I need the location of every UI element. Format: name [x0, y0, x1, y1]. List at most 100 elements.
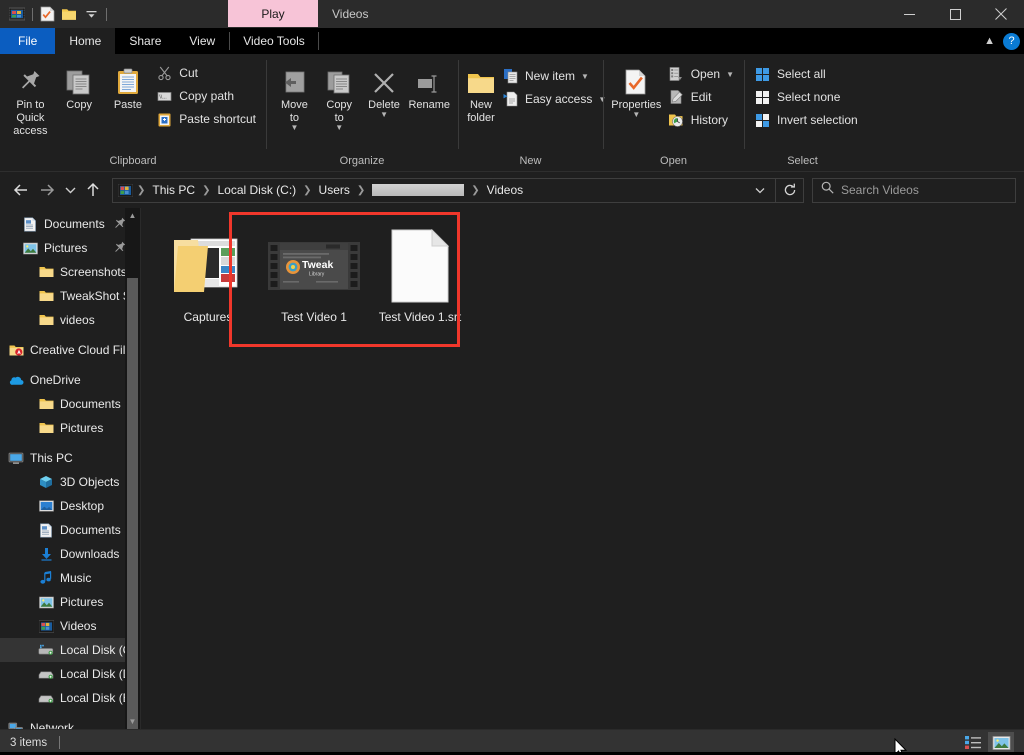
move-to-caret-icon[interactable]: ▼ [290, 125, 298, 131]
easy-access-button[interactable]: Easy access ▼ [498, 89, 610, 109]
breadcrumb-separator-2[interactable]: ❯ [302, 185, 312, 196]
copy-to-caret-icon[interactable]: ▼ [335, 125, 343, 131]
up-button[interactable] [80, 177, 106, 203]
properties-button[interactable]: Properties ▼ [609, 58, 664, 118]
sidebar-item-network[interactable]: Network [0, 716, 140, 729]
scroll-down-arrow-icon[interactable]: ▼ [125, 714, 140, 729]
tab-video-tools[interactable]: Video Tools [229, 28, 319, 54]
edit-icon [668, 89, 685, 106]
maximize-button[interactable] [932, 0, 978, 28]
sidebar-item-videos-quick[interactable]: videos [0, 308, 140, 332]
copy-path-icon: \\... [156, 88, 173, 105]
sidebar-item-tweakshot-screenshots[interactable]: TweakShot Scree [0, 284, 140, 308]
close-button[interactable] [978, 0, 1024, 28]
sidebar-item-downloads[interactable]: Downloads [0, 542, 140, 566]
copy-button[interactable]: Copy [55, 58, 104, 112]
help-icon[interactable]: ? [1003, 33, 1020, 50]
sidebar-item-local-disk-e[interactable]: Local Disk (E:) [0, 686, 140, 710]
select-none-button[interactable]: Select none [750, 87, 862, 107]
videos-folder-icon[interactable] [6, 3, 28, 25]
new-folder-icon[interactable] [58, 3, 80, 25]
sidebar-item-videos[interactable]: Videos [0, 614, 140, 638]
recent-locations-icon[interactable] [60, 177, 80, 203]
delete-caret-icon[interactable]: ▼ [380, 112, 388, 118]
paste-shortcut-button[interactable]: Paste shortcut [152, 109, 260, 129]
collapse-ribbon-icon[interactable]: ▲ [984, 35, 995, 47]
address-bar[interactable]: ❯ This PC ❯ Local Disk (C:) ❯ Users ❯ ❯ … [112, 178, 776, 203]
ribbon-group-select: Select all Select none [744, 54, 861, 171]
select-all-button[interactable]: Select all [750, 64, 862, 84]
file-list-view[interactable]: Captures [140, 208, 1024, 729]
address-dropdown-icon[interactable] [749, 187, 771, 194]
sidebar-item-music[interactable]: Music [0, 566, 140, 590]
delete-button[interactable]: Delete ▼ [362, 58, 407, 118]
customize-dropdown-icon[interactable] [80, 3, 102, 25]
sidebar-item-pictures-quick[interactable]: Pictures [0, 236, 140, 260]
breadcrumb-username-redacted[interactable] [372, 184, 464, 196]
large-icons-view-button[interactable] [988, 732, 1014, 754]
forward-button[interactable] [34, 177, 60, 203]
sidebar-item-onedrive-documents[interactable]: Documents [0, 392, 140, 416]
breadcrumb-videos[interactable]: Videos [483, 183, 527, 197]
properties-caret-icon[interactable]: ▼ [632, 112, 640, 118]
new-item-button[interactable]: New item ▼ [498, 66, 610, 86]
history-label: History [691, 113, 728, 127]
qat-separator-1 [28, 7, 36, 21]
details-view-button[interactable] [960, 732, 986, 754]
file-item-captures[interactable]: Captures [155, 218, 261, 342]
tab-file[interactable]: File [0, 28, 55, 54]
sidebar-item-screenshotss[interactable]: Screenshotss [0, 260, 140, 284]
drive-icon [38, 666, 54, 682]
back-button[interactable] [8, 177, 34, 203]
sidebar-item-local-disk-d[interactable]: Local Disk (D:) [0, 662, 140, 686]
rename-button[interactable]: Rename [406, 58, 452, 112]
refresh-button[interactable] [776, 178, 804, 203]
sidebar-item-onedrive[interactable]: OneDrive [0, 368, 140, 392]
sidebar-item-3d-objects[interactable]: 3D Objects [0, 470, 140, 494]
pin-to-quick-access-button[interactable]: Pin to Quick access [6, 58, 55, 138]
new-item-caret-icon[interactable]: ▼ [581, 72, 589, 81]
copy-to-button[interactable]: Copy to ▼ [317, 58, 362, 131]
open-button[interactable]: Open ▼ [664, 64, 738, 84]
sidebar-item-onedrive-pictures[interactable]: Pictures [0, 416, 140, 440]
breadcrumb-users[interactable]: Users [315, 183, 354, 197]
breadcrumb-separator-3[interactable]: ❯ [356, 185, 366, 196]
minimize-button[interactable] [886, 0, 932, 28]
new-folder-button[interactable]: New folder [464, 58, 498, 125]
search-box[interactable]: Search Videos [812, 178, 1016, 203]
breadcrumb-local-disk-c[interactable]: Local Disk (C:) [213, 183, 300, 197]
sidebar-item-label: Screenshotss [60, 265, 133, 279]
breadcrumb-separator-4[interactable]: ❯ [470, 185, 480, 196]
breadcrumb-this-pc[interactable]: This PC [148, 183, 199, 197]
move-to-button[interactable]: Move to ▼ [272, 58, 317, 131]
copy-path-button[interactable]: \\... Copy path [152, 86, 260, 106]
tab-share[interactable]: Share [115, 28, 175, 54]
scrollbar-thumb[interactable] [127, 278, 138, 729]
breadcrumb-separator-1[interactable]: ❯ [201, 185, 211, 196]
sidebar-item-documents[interactable]: Documents [0, 518, 140, 542]
sidebar-item-this-pc[interactable]: This PC [0, 446, 140, 470]
invert-selection-button[interactable]: Invert selection [750, 110, 862, 130]
cut-button[interactable]: Cut [152, 63, 260, 83]
sidebar-item-documents-quick[interactable]: Documents [0, 212, 140, 236]
sidebar-item-local-disk-c[interactable]: Local Disk (C:) [0, 638, 140, 662]
history-button[interactable]: History [664, 110, 738, 130]
breadcrumb-separator-0[interactable]: ❯ [136, 185, 146, 196]
sidebar-item-creative-cloud-files[interactable]: Creative Cloud Fil [0, 338, 140, 362]
sidebar-item-desktop[interactable]: Desktop [0, 494, 140, 518]
view-mode-buttons [960, 732, 1014, 754]
file-item-test-video-1-srt[interactable]: Test Video 1.srt [367, 218, 473, 342]
onedrive-icon [8, 372, 24, 388]
properties-icon[interactable] [36, 3, 58, 25]
search-placeholder: Search Videos [841, 183, 919, 197]
open-caret-icon[interactable]: ▼ [726, 70, 734, 79]
scroll-up-arrow-icon[interactable]: ▲ [125, 208, 140, 223]
tab-play[interactable]: Play [228, 0, 318, 27]
sidebar-item-pictures[interactable]: Pictures [0, 590, 140, 614]
sidebar-scrollbar[interactable]: ▲ ▼ [125, 208, 140, 729]
paste-button[interactable]: Paste [104, 58, 153, 112]
tab-view[interactable]: View [175, 28, 229, 54]
file-item-test-video-1[interactable]: Tweak Library Test Video 1 [261, 218, 367, 342]
edit-button[interactable]: Edit [664, 87, 738, 107]
tab-home[interactable]: Home [55, 28, 115, 54]
